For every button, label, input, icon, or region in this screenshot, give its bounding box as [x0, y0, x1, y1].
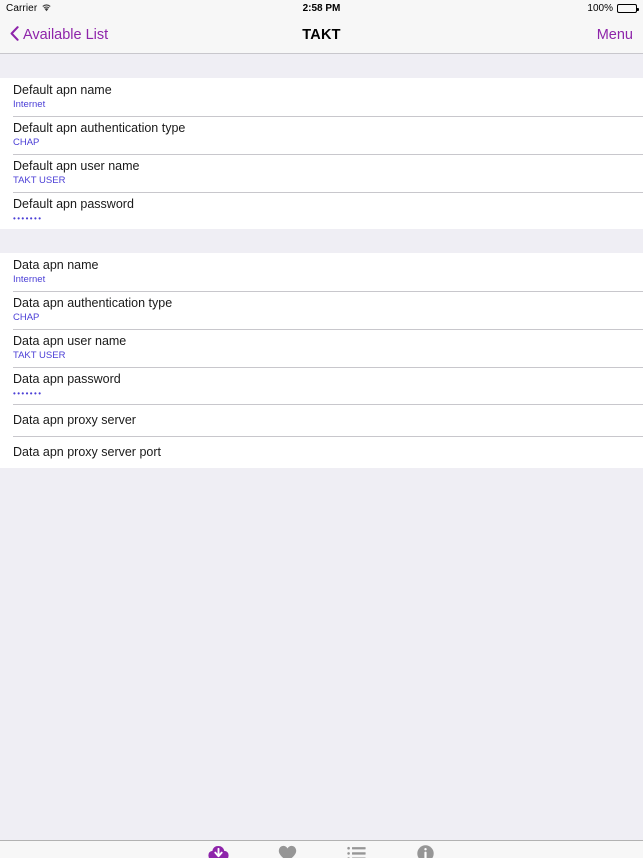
- cloud-download-icon: [207, 845, 229, 858]
- tab-profile-list[interactable]: Profile List: [322, 845, 391, 858]
- page-title-text: TAKT: [302, 27, 341, 43]
- table-row[interactable]: Data apn proxy server port: [0, 436, 643, 468]
- tab-available-list[interactable]: Available List: [184, 845, 253, 858]
- battery-percent-label: 100%: [587, 3, 613, 14]
- table-row-detail: TAKT USER: [13, 350, 66, 361]
- table-row[interactable]: Data apn password •••••••: [0, 367, 643, 404]
- table-row[interactable]: Default apn password •••••••: [0, 192, 643, 229]
- table-row[interactable]: Data apn user name TAKT USER: [0, 329, 643, 367]
- back-button[interactable]: Available List: [10, 25, 109, 45]
- battery-full-icon: [617, 4, 639, 13]
- clock-time: 2:58 PM: [302, 3, 341, 14]
- table-row[interactable]: Data apn name Internet: [0, 253, 643, 291]
- default-apn-section: Default apn name Internet Default apn auth…: [0, 78, 643, 229]
- heart-icon: [278, 845, 297, 858]
- table-row-title: Default apn password: [13, 197, 134, 211]
- status-bar-clock: 2:58 PM: [0, 0, 643, 17]
- table-row-title: Default apn authentication type: [13, 121, 186, 135]
- table-row[interactable]: Data apn authentication type CHAP: [0, 291, 643, 329]
- table-row-title: Data apn name: [13, 258, 99, 272]
- table-row-title: Data apn user name: [13, 334, 127, 348]
- list-icon: [346, 845, 366, 858]
- table-row[interactable]: Data apn proxy server: [0, 404, 643, 436]
- table-row-title: Data apn proxy server: [13, 412, 136, 427]
- table-row-title: Default apn user name: [13, 159, 140, 173]
- menu-button[interactable]: Menu: [597, 27, 633, 43]
- status-bar-left: Carrier: [6, 3, 52, 15]
- table-row[interactable]: Default apn user name TAKT USER: [0, 154, 643, 192]
- tab-about-this-app[interactable]: About this App: [391, 844, 460, 858]
- table-row-title: Data apn proxy server port: [13, 444, 161, 459]
- section-header-spacer-top: [0, 54, 643, 78]
- table-row[interactable]: Default apn authentication type CHAP: [0, 116, 643, 154]
- tab-favorite-list[interactable]: Favorite List: [253, 845, 322, 858]
- table-row-title: Data apn authentication type: [13, 296, 173, 310]
- tab-bar: Available ListFavorite ListProfile ListA…: [0, 840, 643, 858]
- status-bar: Carrier 2:58 PM 100%: [0, 0, 643, 17]
- table-row-title: Data apn password: [13, 372, 121, 386]
- table-row-detail: Internet: [13, 274, 46, 285]
- table-row-detail: TAKT USER: [13, 175, 66, 186]
- navigation-bar: Available List TAKT Menu: [0, 17, 643, 54]
- table-row-password-value: •••••••: [13, 389, 43, 398]
- table-row-detail: CHAP: [13, 137, 40, 148]
- carrier-label: Carrier: [6, 3, 38, 14]
- back-button-label: Available List: [23, 27, 109, 43]
- section-header-spacer-middle: [0, 229, 643, 253]
- table-row-title: Default apn name: [13, 83, 112, 97]
- data-apn-section: Data apn name Internet Data apn authentica…: [0, 253, 643, 468]
- wifi-icon: [41, 3, 52, 15]
- table-row[interactable]: Default apn name Internet: [0, 78, 643, 116]
- table-row-password-value: •••••••: [13, 214, 43, 223]
- status-bar-right: 100%: [587, 3, 639, 14]
- info-circle-icon: [416, 844, 434, 858]
- table-row-detail: CHAP: [13, 312, 40, 323]
- table-row-detail: Internet: [13, 99, 46, 110]
- settings-table[interactable]: Default apn name Internet Default apn auth…: [0, 54, 643, 840]
- chevron-left-icon: [10, 25, 19, 45]
